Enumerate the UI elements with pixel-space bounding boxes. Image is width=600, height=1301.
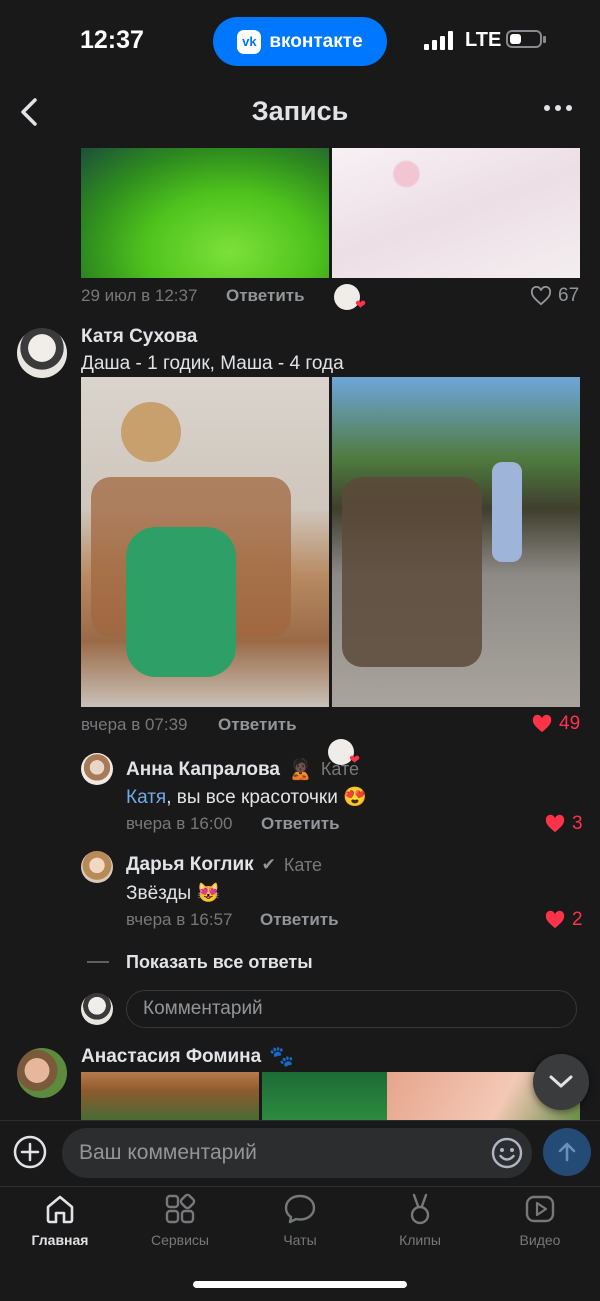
like-count: 3 <box>572 813 583 834</box>
comment-photo[interactable] <box>332 377 580 707</box>
avatar[interactable] <box>17 1048 67 1098</box>
scroll-down-button[interactable] <box>533 1054 589 1110</box>
comment-author[interactable]: Анастасия Фомина <box>81 1046 261 1068</box>
comment-input[interactable]: Ваш комментарий <box>62 1128 532 1178</box>
heart-outline-icon <box>530 286 552 306</box>
verified-icon: ✔ <box>261 855 276 874</box>
comment-photo[interactable] <box>262 1072 387 1120</box>
comment-photo[interactable] <box>81 1072 259 1120</box>
like-button[interactable]: 49 <box>531 713 580 735</box>
reply-text: Звёзды 😻 <box>126 883 221 904</box>
video-icon <box>525 1195 555 1223</box>
avatar[interactable] <box>81 851 113 883</box>
vk-logo-icon: vk <box>237 29 262 54</box>
reply-to[interactable]: Кате <box>284 855 322 876</box>
sticker-reaction-icon[interactable] <box>334 284 366 313</box>
like-button[interactable]: 67 <box>530 285 579 307</box>
mention-link[interactable]: Катя <box>126 787 166 808</box>
chat-icon <box>284 1194 316 1224</box>
reply-date: вчера в 16:57 <box>126 910 233 929</box>
tab-video[interactable]: Видео <box>480 1192 600 1248</box>
comment-date: 29 июл в 12:37 <box>81 286 198 305</box>
like-count: 49 <box>559 713 581 734</box>
reply-author[interactable]: Дарья Коглик <box>126 854 254 876</box>
tab-chats[interactable]: Чаты <box>240 1192 360 1248</box>
reply-text: Катя, вы все красоточки 😍 <box>126 787 367 808</box>
reply-date: вчера в 16:00 <box>126 814 233 833</box>
reply-comment-input[interactable]: Комментарий <box>126 990 577 1028</box>
avatar <box>81 993 113 1025</box>
comment-author[interactable]: Катя Сухова <box>81 326 197 348</box>
more-options-icon[interactable] <box>544 105 572 111</box>
clips-icon <box>410 1193 430 1225</box>
reply-header: Анна Капралова 🙎🏿 Кате <box>126 757 359 782</box>
comment-photo[interactable] <box>81 148 329 278</box>
vk-app-pill[interactable]: vk вконтакте <box>213 17 387 66</box>
tab-home[interactable]: Главная <box>0 1192 120 1248</box>
reply-author[interactable]: Анна Капралова <box>126 759 280 781</box>
arrow-up-icon <box>558 1142 576 1162</box>
avatar[interactable] <box>81 753 113 785</box>
heart-filled-icon <box>545 910 565 929</box>
reply-button[interactable]: Ответить <box>260 910 339 930</box>
attach-plus-icon[interactable] <box>12 1134 48 1170</box>
heart-filled-icon <box>545 814 565 833</box>
like-button[interactable]: 2 <box>544 909 583 931</box>
send-button[interactable] <box>543 1128 591 1176</box>
home-icon <box>46 1195 74 1224</box>
comment-text: Даша - 1 годик, Маша - 4 года <box>81 353 344 374</box>
tab-services[interactable]: Сервисы <box>120 1192 240 1248</box>
chevron-down-icon <box>549 1075 573 1088</box>
heart-filled-icon <box>532 714 552 733</box>
reply-header: Дарья Коглик ✔ Кате <box>126 854 322 876</box>
like-count: 67 <box>558 285 580 306</box>
like-count: 2 <box>572 909 583 930</box>
home-indicator[interactable] <box>193 1281 407 1288</box>
emoji-icon[interactable] <box>490 1136 524 1170</box>
network-type: LTE <box>465 29 502 51</box>
comment-date: вчера в 07:39 <box>81 715 188 734</box>
user-badge-icon: 🙎🏿 <box>288 759 313 781</box>
battery-icon <box>506 30 546 48</box>
reply-button[interactable]: Ответить <box>218 715 297 735</box>
show-all-replies-button[interactable]: Показать все ответы <box>126 952 313 973</box>
like-button[interactable]: 3 <box>544 813 583 835</box>
status-time: 12:37 <box>80 26 144 54</box>
page-title: Запись <box>251 96 349 126</box>
services-icon <box>165 1193 196 1224</box>
reply-to[interactable]: Кате <box>321 759 359 780</box>
user-badge-icon: 🐾 <box>269 1046 295 1068</box>
comment-photo[interactable] <box>81 377 329 707</box>
reply-button[interactable]: Ответить <box>226 286 305 306</box>
vk-app-pill-label: вконтакте <box>269 30 363 52</box>
avatar[interactable] <box>17 328 67 378</box>
reply-button[interactable]: Ответить <box>261 814 340 834</box>
cellular-signal-icon <box>424 30 453 50</box>
tab-clips[interactable]: Клипы <box>360 1192 480 1248</box>
comment-header: Анастасия Фомина 🐾 <box>81 1044 294 1069</box>
comment-photo[interactable] <box>332 148 580 278</box>
divider <box>87 961 109 963</box>
